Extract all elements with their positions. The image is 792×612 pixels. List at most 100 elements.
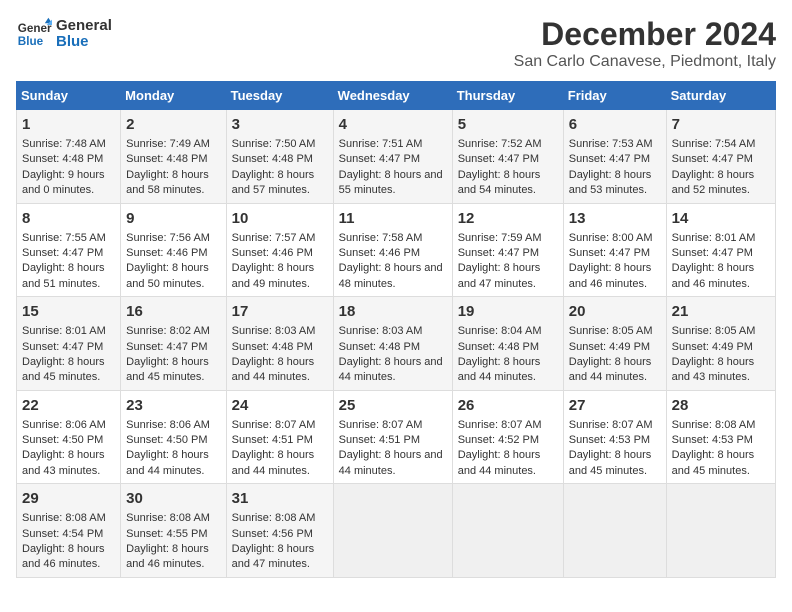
title-area: December 2024 San Carlo Canavese, Piedmo… (514, 16, 776, 71)
day-number: 5 (458, 114, 558, 135)
sunset: Sunset: 4:51 PM (232, 434, 313, 446)
daylight: Daylight: 9 hours and 0 minutes. (22, 169, 105, 196)
subtitle: San Carlo Canavese, Piedmont, Italy (514, 53, 776, 71)
calendar-cell: 21 Sunrise: 8:05 AM Sunset: 4:49 PM Dayligh… (666, 297, 775, 391)
week-row-3: 15Sunrise: 8:01 AMSunset: 4:47 PMDayligh… (17, 297, 776, 391)
daylight: Daylight: 8 hours and 46 minutes. (22, 543, 105, 570)
calendar-cell: 2Sunrise: 7:49 AMSunset: 4:48 PMDaylight… (121, 110, 226, 204)
calendar-cell (333, 484, 452, 578)
sunrise: Sunrise: 7:54 AM (672, 138, 756, 150)
sunset: Sunset: 4:52 PM (458, 434, 539, 446)
sunset: Sunset: 4:46 PM (126, 247, 207, 259)
sunset: Sunset: 4:49 PM (672, 341, 753, 353)
day-number: 13 (569, 208, 661, 229)
sunset: Sunset: 4:47 PM (22, 247, 103, 259)
logo-line2: Blue (56, 34, 112, 51)
sunset: Sunset: 4:53 PM (672, 434, 753, 446)
calendar-cell: 7Sunrise: 7:54 AMSunset: 4:47 PMDaylight… (666, 110, 775, 204)
daylight: Daylight: 8 hours and 53 minutes. (569, 169, 652, 196)
sunset: Sunset: 4:46 PM (232, 247, 313, 259)
daylight: Daylight: 8 hours and 55 minutes. (339, 169, 443, 196)
day-number: 9 (126, 208, 220, 229)
sunrise: Sunrise: 7:51 AM (339, 138, 423, 150)
calendar-cell: 11Sunrise: 7:58 AMSunset: 4:46 PMDayligh… (333, 203, 452, 297)
sunset: Sunset: 4:47 PM (569, 153, 650, 165)
daylight: Daylight: 8 hours and 44 minutes. (232, 356, 315, 383)
day-number: 21 (672, 301, 770, 322)
logo-icon: General Blue (16, 16, 52, 52)
sunset: Sunset: 4:53 PM (569, 434, 650, 446)
sunrise: Sunrise: 8:01 AM (22, 325, 106, 337)
day-number: 6 (569, 114, 661, 135)
calendar-table: SundayMondayTuesdayWednesdayThursdayFrid… (16, 81, 776, 578)
calendar-cell: 19Sunrise: 8:04 AMSunset: 4:48 PMDayligh… (452, 297, 563, 391)
logo-line1: General (56, 18, 112, 35)
day-number: 23 (126, 395, 220, 416)
sunrise: Sunrise: 8:07 AM (458, 419, 542, 431)
daylight: Daylight: 8 hours and 44 minutes. (458, 449, 541, 476)
sunrise: Sunrise: 7:55 AM (22, 232, 106, 244)
daylight: Daylight: 8 hours and 44 minutes. (126, 449, 209, 476)
daylight: Daylight: 8 hours and 57 minutes. (232, 169, 315, 196)
calendar-cell: 5 Sunrise: 7:52 AM Sunset: 4:47 PM Daylight… (452, 110, 563, 204)
daylight: Daylight: 8 hours and 43 minutes. (672, 356, 755, 383)
daylight: Daylight: 8 hours and 54 minutes. (458, 169, 541, 196)
sunset: Sunset: 4:47 PM (672, 247, 753, 259)
sunset: Sunset: 4:50 PM (126, 434, 207, 446)
day-number: 4 (339, 114, 447, 135)
header-saturday: Saturday (666, 82, 775, 110)
calendar-cell: 15Sunrise: 8:01 AMSunset: 4:47 PMDayligh… (17, 297, 121, 391)
sunset: Sunset: 4:51 PM (339, 434, 420, 446)
daylight: Daylight: 8 hours and 44 minutes. (458, 356, 541, 383)
calendar-cell: 31Sunrise: 8:08 AMSunset: 4:56 PMDayligh… (226, 484, 333, 578)
daylight: Daylight: 8 hours and 44 minutes. (569, 356, 652, 383)
header: General Blue General Blue December 2024 … (16, 16, 776, 71)
sunrise: Sunrise: 8:08 AM (126, 512, 210, 524)
calendar-cell: 23Sunrise: 8:06 AMSunset: 4:50 PMDayligh… (121, 390, 226, 484)
main-title: December 2024 (514, 16, 776, 53)
sunrise: Sunrise: 7:58 AM (339, 232, 423, 244)
day-number: 11 (339, 208, 447, 229)
day-number: 31 (232, 488, 328, 509)
week-row-1: 1Sunrise: 7:48 AMSunset: 4:48 PMDaylight… (17, 110, 776, 204)
sunrise: Sunrise: 8:00 AM (569, 232, 653, 244)
sunset: Sunset: 4:47 PM (458, 247, 539, 259)
header-row: SundayMondayTuesdayWednesdayThursdayFrid… (17, 82, 776, 110)
sunset: Sunset: 4:47 PM (672, 153, 753, 165)
week-row-4: 22Sunrise: 8:06 AMSunset: 4:50 PMDayligh… (17, 390, 776, 484)
header-thursday: Thursday (452, 82, 563, 110)
day-number: 1 (22, 114, 115, 135)
day-number: 8 (22, 208, 115, 229)
calendar-cell: 9Sunrise: 7:56 AMSunset: 4:46 PMDaylight… (121, 203, 226, 297)
sunset: Sunset: 4:48 PM (22, 153, 103, 165)
sunset: Sunset: 4:56 PM (232, 528, 313, 540)
sunset: Sunset: 4:48 PM (458, 341, 539, 353)
sunset: Sunset: 4:49 PM (569, 341, 650, 353)
week-row-2: 8 Sunrise: 7:55 AM Sunset: 4:47 PM Daylight… (17, 203, 776, 297)
day-number: 24 (232, 395, 328, 416)
daylight: Daylight: 8 hours and 46 minutes. (672, 262, 755, 289)
sunset: Sunset: 4:47 PM (22, 341, 103, 353)
day-number: 28 (672, 395, 770, 416)
calendar-cell: 13Sunrise: 8:00 AMSunset: 4:47 PMDayligh… (563, 203, 666, 297)
daylight: Daylight: 8 hours and 58 minutes. (126, 169, 209, 196)
sunset: Sunset: 4:47 PM (458, 153, 539, 165)
calendar-cell: 14Sunrise: 8:01 AMSunset: 4:47 PMDayligh… (666, 203, 775, 297)
sunrise: Sunrise: 8:07 AM (339, 419, 423, 431)
sunrise: Sunrise: 7:56 AM (126, 232, 210, 244)
day-number: 12 (458, 208, 558, 229)
sunrise: Sunrise: 8:05 AM (672, 325, 756, 337)
calendar-cell: 12Sunrise: 7:59 AMSunset: 4:47 PMDayligh… (452, 203, 563, 297)
daylight: Daylight: 8 hours and 45 minutes. (569, 449, 652, 476)
sunset: Sunset: 4:46 PM (339, 247, 420, 259)
daylight: Daylight: 8 hours and 44 minutes. (339, 356, 443, 383)
daylight: Daylight: 8 hours and 47 minutes. (232, 543, 315, 570)
sunset: Sunset: 4:48 PM (339, 341, 420, 353)
sunset: Sunset: 4:47 PM (339, 153, 420, 165)
calendar-cell: 20Sunrise: 8:05 AMSunset: 4:49 PMDayligh… (563, 297, 666, 391)
header-tuesday: Tuesday (226, 82, 333, 110)
daylight: Daylight: 8 hours and 43 minutes. (22, 449, 105, 476)
day-number: 22 (22, 395, 115, 416)
sunrise: Sunrise: 7:52 AM (458, 138, 542, 150)
sunset: Sunset: 4:48 PM (232, 341, 313, 353)
